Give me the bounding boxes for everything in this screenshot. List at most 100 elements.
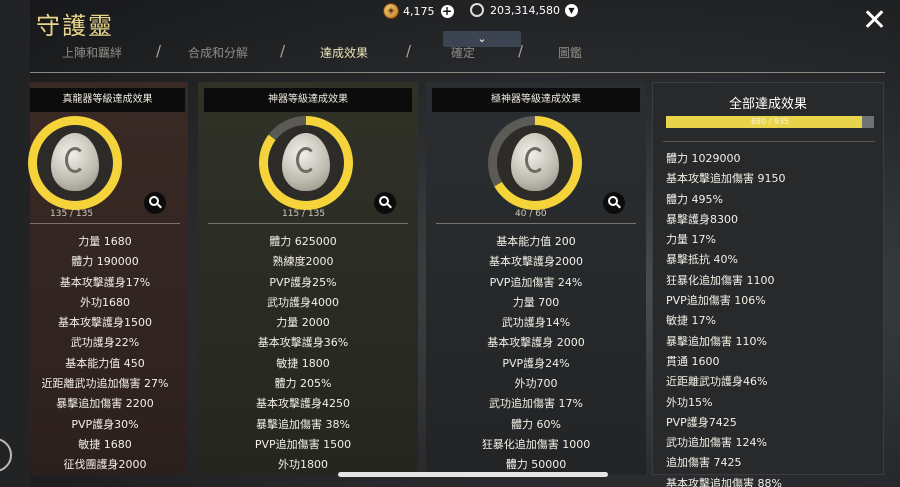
summary-item: 敏捷 17%: [666, 314, 716, 328]
close-icon: ✕: [862, 3, 888, 38]
stat-item: 力量 2000: [276, 316, 330, 330]
silver-currency: 203,314,580 ▼: [470, 3, 578, 17]
stat-item: 武功護身4000: [267, 295, 339, 309]
achievement-card-3: 極神器等級達成效果 40 / 60 基本能力值 200 基本攻擊護身2000 P…: [426, 82, 646, 475]
stat-item: 基本攻擊護身2000: [489, 255, 583, 269]
summary-item: 近距離武功護身46%: [666, 375, 768, 389]
summary-item: 暴擊追加傷害 110%: [666, 334, 767, 348]
summary-progress-bar: 880 / 935: [666, 116, 874, 128]
summary-item: 基本攻擊追加傷害 88%: [666, 476, 782, 487]
summary-item: 追加傷害 7425: [666, 456, 742, 470]
summary-title: 全部達成效果: [728, 97, 807, 112]
card-title: 極神器等級達成效果: [432, 88, 640, 112]
stat-list: 力量 1680 體力 190000 基本攻擊護身17% 外功1680 基本攻擊護…: [30, 232, 180, 476]
summary-progress-text: 880 / 935: [750, 117, 790, 126]
summary-item: PVP追加傷害 106%: [666, 294, 766, 308]
stat-item: 外功700: [514, 377, 558, 391]
progress-ring: [488, 116, 582, 210]
summary-item: 基本攻擊追加傷害 9150: [666, 172, 786, 186]
stat-item: 基本攻擊護身4250: [256, 397, 350, 411]
stat-item: 體力 625000: [269, 235, 337, 248]
stat-item: 暴擊追加傷害 38%: [256, 417, 350, 431]
tab-separator: /: [280, 42, 286, 60]
stat-item: 征伐團護身2000: [63, 458, 147, 472]
tab-achievement[interactable]: 達成效果: [320, 44, 368, 61]
achievement-card-2: 神器等級達成效果 115 / 135 體力 625000 熟練度2000 PVP…: [198, 82, 418, 475]
egg-icon: [511, 133, 559, 191]
home-indicator[interactable]: [338, 472, 608, 477]
add-gold-button[interactable]: +: [440, 4, 454, 18]
progress-value: 135 / 135: [50, 209, 94, 219]
tab-separator: /: [406, 42, 412, 60]
stat-item: 暴擊追加傷害 2200: [56, 397, 154, 411]
stat-item: 狂暴化追加傷害 1000: [481, 437, 591, 451]
left-edge: [0, 0, 30, 487]
tab-bar: 上陣和羈絆 / 合成和分解 / 達成效果 / 確定 / 圖鑑: [30, 40, 890, 70]
tab-separator: /: [518, 42, 524, 60]
zoom-button[interactable]: [144, 192, 166, 214]
stat-item: 外功1680: [80, 295, 130, 309]
stat-item: 體力 190000: [71, 255, 139, 269]
tab-collection[interactable]: 圖鑑: [558, 44, 582, 61]
page-title: 守護靈: [36, 12, 114, 40]
summary-item: 狂暴化追加傷害 1100: [666, 273, 775, 287]
divider: [30, 223, 180, 224]
zoom-button[interactable]: [603, 192, 625, 214]
egg-icon: [51, 133, 99, 191]
stat-item: PVP護身30%: [71, 417, 139, 431]
progress-ring: [259, 116, 353, 210]
stat-item: 體力 205%: [274, 377, 332, 391]
tab-underline: [30, 72, 885, 73]
silver-dropdown-button[interactable]: ▼: [564, 3, 578, 17]
egg-icon: [282, 133, 330, 191]
divider: [663, 141, 875, 142]
stat-item: PVP護身25%: [269, 275, 337, 289]
stat-item: 武功追加傷害 17%: [489, 397, 583, 411]
stat-item: 基本攻擊護身1500: [58, 316, 152, 330]
tab-equip[interactable]: 上陣和羈絆: [62, 44, 122, 61]
summary-item: 外功15%: [666, 395, 713, 409]
card-title: 真龍器等級達成效果: [30, 88, 185, 112]
gold-coin-icon: ◈: [383, 3, 399, 19]
summary-item: 體力 495%: [666, 192, 723, 206]
stat-item: 敏捷 1800: [276, 356, 330, 370]
stat-item: 基本攻擊護身 2000: [487, 336, 585, 350]
gold-amount: 4,175: [403, 4, 435, 18]
stat-list: 體力 625000 熟練度2000 PVP護身25% 武功護身4000 力量 2…: [198, 232, 408, 476]
achievement-card-1: 真龍器等級達成效果 135 / 135 力量 1680 體力 190000 基本…: [28, 82, 188, 476]
summary-panel[interactable]: 全部達成效果 880 / 935 體力 1029000 基本攻擊追加傷害 915…: [652, 82, 884, 487]
tab-confirm[interactable]: 確定: [451, 44, 475, 61]
summary-item: 力量 17%: [666, 233, 716, 247]
stat-item: PVP追加傷害 24%: [489, 275, 583, 289]
progress-ring: [28, 116, 122, 210]
stat-item: 基本攻擊護身36%: [257, 336, 349, 350]
stat-item: 敏捷 1680: [78, 437, 132, 451]
summary-item: 體力 1029000: [666, 152, 741, 165]
stat-item: 體力 60%: [511, 417, 561, 431]
gold-currency: ◈ 4,175 +: [383, 3, 454, 19]
stat-item: 武功護身14%: [501, 316, 571, 330]
progress-value: 115 / 135: [282, 209, 326, 219]
stat-item: PVP護身24%: [502, 356, 570, 370]
summary-item: 貫通 1600: [666, 354, 720, 368]
summary-list: 體力 1029000 基本攻擊追加傷害 9150 體力 495% 暴擊護身830…: [666, 149, 786, 487]
tab-separator: /: [156, 42, 162, 60]
stat-item: 基本能力值 200: [496, 235, 576, 248]
zoom-button[interactable]: [374, 192, 396, 214]
stat-item: 力量 1680: [78, 235, 132, 248]
stat-item: 近距離武功追加傷害 27%: [41, 377, 169, 391]
stat-item: PVP追加傷害 1500: [254, 437, 352, 451]
close-button[interactable]: ✕: [862, 6, 887, 36]
summary-item: PVP護身7425: [666, 415, 737, 429]
progress-value: 40 / 60: [515, 209, 547, 219]
stat-item: 基本攻擊護身17%: [59, 275, 151, 289]
divider: [208, 223, 408, 224]
stat-item: 基本能力值 450: [65, 356, 145, 370]
tab-combine[interactable]: 合成和分解: [188, 44, 248, 61]
stat-item: 力量 700: [512, 295, 560, 309]
silver-amount: 203,314,580: [490, 3, 560, 17]
divider: [436, 223, 636, 224]
stat-item: 熟練度2000: [272, 255, 334, 269]
stat-list: 基本能力值 200 基本攻擊護身2000 PVP追加傷害 24% 力量 700 …: [426, 232, 646, 476]
summary-item: 武功追加傷害 124%: [666, 436, 767, 450]
